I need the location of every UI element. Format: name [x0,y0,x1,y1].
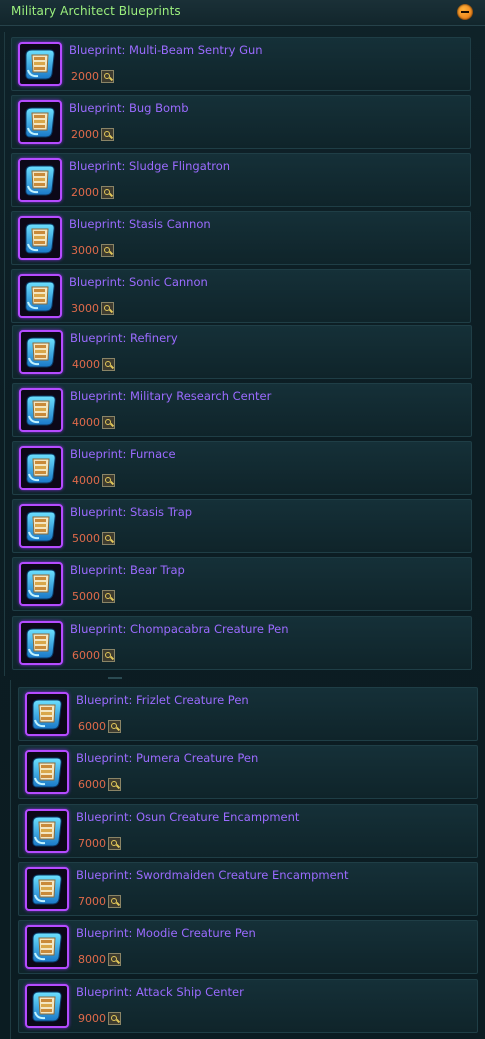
blueprint-scroll-icon[interactable] [25,984,69,1028]
credit-icon [102,532,115,545]
item-name: Blueprint: Bear Trap [70,563,185,577]
item-name: Blueprint: Pumera Creature Pen [76,751,259,765]
item-name: Blueprint: Military Research Center [70,389,272,403]
blueprint-scroll-icon[interactable] [18,100,62,144]
vendor-window: Military Architect Blueprints Blueprint:… [0,0,485,1039]
blueprint-scroll-icon[interactable] [19,330,63,374]
credit-icon [102,590,115,603]
item-name: Blueprint: Osun Creature Encampment [76,810,300,824]
blueprint-scroll-icon[interactable] [25,867,69,911]
list-item[interactable]: Blueprint: Frizlet Creature Pen 6000 [18,687,478,741]
blueprint-scroll-icon[interactable] [19,621,63,665]
credit-icon [101,186,114,199]
item-price: 3000 [71,302,99,315]
credit-icon [108,837,121,850]
item-name: Blueprint: Furnace [70,447,176,461]
list-item[interactable]: Blueprint: Furnace 4000 [12,441,472,495]
item-price: 6000 [72,649,100,662]
credit-icon [102,358,115,371]
credit-icon [102,649,115,662]
list-item[interactable]: Blueprint: Sonic Cannon 3000 [11,269,471,323]
item-price: 2000 [71,186,99,199]
list-item[interactable]: Blueprint: Sludge Flingatron 2000 [11,153,471,207]
credit-icon [101,128,114,141]
item-price: 6000 [78,778,106,791]
list-item[interactable]: Blueprint: Chompacabra Creature Pen 6000 [12,616,472,670]
item-price: 4000 [72,358,100,371]
item-price: 4000 [72,416,100,429]
item-name: Blueprint: Swordmaiden Creature Encampme… [76,868,349,882]
blueprint-scroll-icon[interactable] [18,216,62,260]
blueprint-scroll-icon[interactable] [19,388,63,432]
list-item[interactable]: Blueprint: Multi-Beam Sentry Gun 2000 [11,37,471,91]
blueprint-scroll-icon[interactable] [18,158,62,202]
item-name: Blueprint: Sludge Flingatron [69,159,231,173]
list-item[interactable]: Blueprint: Stasis Trap 5000 [12,499,472,553]
item-name: Blueprint: Moodie Creature Pen [76,926,256,940]
item-price: 4000 [72,474,100,487]
credit-icon [108,778,121,791]
list-item[interactable]: Blueprint: Refinery 4000 [12,325,472,379]
item-name: Blueprint: Attack Ship Center [76,985,244,999]
credit-icon [101,244,114,257]
item-price: 6000 [78,720,106,733]
credit-icon [108,895,121,908]
list-item[interactable]: Blueprint: Bug Bomb 2000 [11,95,471,149]
list-item[interactable]: Blueprint: Swordmaiden Creature Encampme… [18,862,478,916]
blueprint-scroll-icon[interactable] [18,274,62,318]
credit-icon [102,416,115,429]
item-name: Blueprint: Multi-Beam Sentry Gun [69,43,263,57]
credit-icon [101,70,114,83]
blueprint-scroll-icon[interactable] [19,446,63,490]
item-price: 2000 [71,70,99,83]
credit-icon [108,953,121,966]
item-name: Blueprint: Bug Bomb [69,101,189,115]
list-item[interactable]: Blueprint: Moodie Creature Pen 8000 [18,920,478,974]
list-item[interactable]: Blueprint: Pumera Creature Pen 6000 [18,745,478,799]
item-price: 7000 [78,837,106,850]
blueprint-scroll-icon[interactable] [25,925,69,969]
credit-icon [101,302,114,315]
item-price: 7000 [78,895,106,908]
credit-icon [108,1012,121,1025]
category-header[interactable]: Military Architect Blueprints [0,0,485,26]
item-name: Blueprint: Stasis Cannon [69,217,211,231]
credit-icon [102,474,115,487]
item-price: 8000 [78,953,106,966]
item-name: Blueprint: Stasis Trap [70,505,193,519]
blueprint-scroll-icon[interactable] [25,692,69,736]
list-item[interactable]: Blueprint: Military Research Center 4000 [12,383,472,437]
item-price: 5000 [72,532,100,545]
list-item[interactable]: Blueprint: Stasis Cannon 3000 [11,211,471,265]
minus-circle-icon[interactable] [457,4,473,20]
list-item[interactable]: Blueprint: Bear Trap 5000 [12,557,472,611]
item-price: 2000 [71,128,99,141]
blueprint-scroll-icon[interactable] [19,562,63,606]
item-price: 9000 [78,1012,106,1025]
blueprint-scroll-icon[interactable] [18,42,62,86]
credit-icon [108,720,121,733]
blueprint-scroll-icon[interactable] [19,504,63,548]
list-item[interactable]: Blueprint: Osun Creature Encampment 7000 [18,804,478,858]
item-price: 3000 [71,244,99,257]
item-name: Blueprint: Refinery [70,331,178,345]
blueprint-scroll-icon[interactable] [25,809,69,853]
group-divider [108,677,122,679]
item-name: Blueprint: Sonic Cannon [69,275,208,289]
blueprint-scroll-icon[interactable] [25,750,69,794]
item-name: Blueprint: Frizlet Creature Pen [76,693,249,707]
item-price: 5000 [72,590,100,603]
list-item[interactable]: Blueprint: Attack Ship Center 9000 [18,979,478,1033]
category-title: Military Architect Blueprints [11,4,181,18]
item-name: Blueprint: Chompacabra Creature Pen [70,622,289,636]
